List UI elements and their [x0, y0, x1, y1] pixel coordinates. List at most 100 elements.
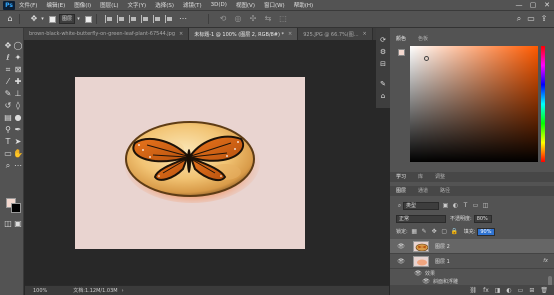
- tab-untitled-1[interactable]: 未标题-1 @ 100% (图层 2, RGB/8#) * ×: [189, 28, 299, 40]
- chevron-down-icon[interactable]: ▾: [76, 14, 81, 24]
- zoom-level[interactable]: 100%: [33, 288, 47, 294]
- minimize-button[interactable]: —: [512, 0, 526, 11]
- menu-edit[interactable]: 编辑(E): [46, 1, 65, 9]
- close-icon[interactable]: ×: [363, 31, 367, 37]
- lock-artboard-icon[interactable]: ▢: [441, 228, 448, 235]
- properties-icon[interactable]: ⚙: [379, 48, 387, 56]
- menu-select[interactable]: 选择(S): [155, 1, 174, 9]
- layer-name[interactable]: 图层 1: [435, 258, 450, 265]
- menu-layer[interactable]: 图层(L): [100, 1, 118, 9]
- more-options-icon[interactable]: ⋯: [178, 14, 188, 24]
- align-middle-icon[interactable]: [153, 15, 161, 23]
- adjustment-icon[interactable]: ◐: [506, 287, 511, 294]
- gradient-tool-icon[interactable]: ▤: [3, 113, 13, 123]
- lock-paint-icon[interactable]: ✎: [421, 228, 428, 235]
- effects-row[interactable]: 👁 效果: [390, 269, 554, 277]
- brush-tool-icon[interactable]: ✎: [3, 89, 13, 99]
- search-icon[interactable]: ⌕: [514, 14, 524, 24]
- crop-tool-icon[interactable]: ⌗: [3, 65, 13, 75]
- share-icon[interactable]: ⇪: [539, 14, 549, 24]
- visibility-eye-icon[interactable]: 👁: [422, 278, 430, 285]
- smart-object-filter-icon[interactable]: ◫: [482, 202, 489, 209]
- color-field[interactable]: [410, 46, 538, 162]
- healing-brush-icon[interactable]: ✚: [13, 77, 23, 87]
- pixel-filter-icon[interactable]: ▣: [442, 202, 449, 209]
- type-filter-icon[interactable]: T: [462, 202, 469, 209]
- menu-type[interactable]: 文字(Y): [128, 1, 147, 9]
- fill-input[interactable]: 90%: [477, 227, 496, 236]
- align-center-icon[interactable]: [117, 15, 125, 23]
- eyedropper-icon[interactable]: ⁄: [3, 77, 13, 87]
- opacity-input[interactable]: 80%: [473, 214, 492, 223]
- align-top-icon[interactable]: [141, 15, 149, 23]
- chevron-down-icon[interactable]: ▾: [40, 14, 45, 24]
- tab-paths[interactable]: 路径: [434, 186, 456, 196]
- dodge-tool-icon[interactable]: ⚲: [3, 125, 13, 135]
- adjust-icon[interactable]: ⊟: [379, 60, 387, 68]
- tab-swatches[interactable]: 色板: [412, 34, 434, 44]
- document-info[interactable]: 文档:1.12M/1.03M: [73, 287, 117, 294]
- visibility-eye-icon[interactable]: 👁: [397, 258, 405, 265]
- lock-pixels-icon[interactable]: ▦: [411, 228, 418, 235]
- tab-libraries[interactable]: 库: [412, 172, 429, 182]
- background-color-swatch[interactable]: [11, 203, 21, 213]
- layer-row-1[interactable]: 👁 图层 1 fx: [390, 254, 554, 269]
- adjustment-filter-icon[interactable]: ◐: [452, 202, 459, 209]
- path-selection-icon[interactable]: ➤: [13, 137, 23, 147]
- zoom-tool-icon[interactable]: ⌕: [3, 161, 13, 171]
- 3d-mode-icon[interactable]: ⟲: [218, 14, 228, 24]
- history-brush-icon[interactable]: ↺: [3, 101, 13, 111]
- menu-filter[interactable]: 滤镜(T): [183, 1, 202, 9]
- mask-icon[interactable]: ◨: [495, 287, 501, 294]
- tab-learn[interactable]: 学习: [390, 172, 412, 182]
- lasso-tool-icon[interactable]: ℓ: [3, 53, 13, 63]
- tab-layers[interactable]: 图层: [390, 186, 412, 196]
- hand-tool-icon[interactable]: ✋: [13, 149, 23, 159]
- color-picker-ring[interactable]: [424, 56, 429, 61]
- marquee-tool-icon[interactable]: ◯: [13, 41, 23, 51]
- tab-adjustments[interactable]: 调整: [429, 172, 451, 182]
- screen-mode-icon[interactable]: ▣: [13, 219, 23, 229]
- close-icon[interactable]: ×: [288, 31, 292, 37]
- chevron-right-icon[interactable]: ›: [122, 288, 124, 294]
- layer-row-2[interactable]: 👁 图层 2: [390, 239, 554, 254]
- menu-view[interactable]: 视图(V): [236, 1, 255, 9]
- 3d-slide-icon[interactable]: ⇆: [263, 14, 273, 24]
- new-layer-icon[interactable]: ⊞: [529, 287, 534, 294]
- pen-tool-icon[interactable]: ✒: [13, 125, 23, 135]
- menu-3d[interactable]: 3D(D): [211, 2, 227, 8]
- visibility-eye-icon[interactable]: 👁: [414, 270, 422, 277]
- trash-icon[interactable]: 🗑: [540, 287, 548, 294]
- workspace-icon[interactable]: ▭: [526, 14, 536, 24]
- tab-color[interactable]: 颜色: [390, 34, 412, 44]
- align-bottom-icon[interactable]: [165, 15, 173, 23]
- 3d-rotate-icon[interactable]: ◎: [233, 14, 243, 24]
- close-window-button[interactable]: ✕: [540, 0, 554, 11]
- layer-effects-icon[interactable]: fx: [543, 258, 548, 264]
- lock-all-icon[interactable]: 🔒: [451, 228, 458, 235]
- menu-file[interactable]: 文件(F): [19, 1, 37, 9]
- character-icon[interactable]: ⌂: [379, 92, 387, 100]
- blend-mode-select[interactable]: 正常: [396, 214, 446, 223]
- bevel-emboss-row[interactable]: 👁 斜面和浮雕: [390, 277, 554, 285]
- maximize-button[interactable]: ▢: [526, 0, 540, 11]
- shape-filter-icon[interactable]: ▭: [472, 202, 479, 209]
- show-transform-checkbox[interactable]: [85, 15, 93, 23]
- more-tools-icon[interactable]: ⋯: [13, 161, 23, 171]
- group-icon[interactable]: ▭: [518, 287, 524, 294]
- brush-settings-icon[interactable]: ✎: [379, 80, 387, 88]
- lock-position-icon[interactable]: ✥: [431, 228, 438, 235]
- menu-image[interactable]: 图像(I): [74, 1, 91, 9]
- tab-925-jpg[interactable]: 925.JPG @ 66.7%(图... ×: [298, 28, 373, 40]
- tab-channels[interactable]: 通道: [412, 186, 434, 196]
- auto-select-checkbox[interactable]: [49, 15, 56, 23]
- close-icon[interactable]: ×: [179, 31, 183, 37]
- auto-select-target-select[interactable]: 图层: [59, 14, 76, 24]
- layer-name[interactable]: 图层 2: [435, 243, 450, 250]
- type-tool-icon[interactable]: T: [3, 137, 13, 147]
- 3d-pan-icon[interactable]: ✣: [248, 14, 258, 24]
- align-right-icon[interactable]: [129, 15, 137, 23]
- 3d-scale-icon[interactable]: ⬚: [278, 14, 288, 24]
- menu-help[interactable]: 帮助(H): [294, 1, 313, 9]
- stamp-tool-icon[interactable]: ⊥: [13, 89, 23, 99]
